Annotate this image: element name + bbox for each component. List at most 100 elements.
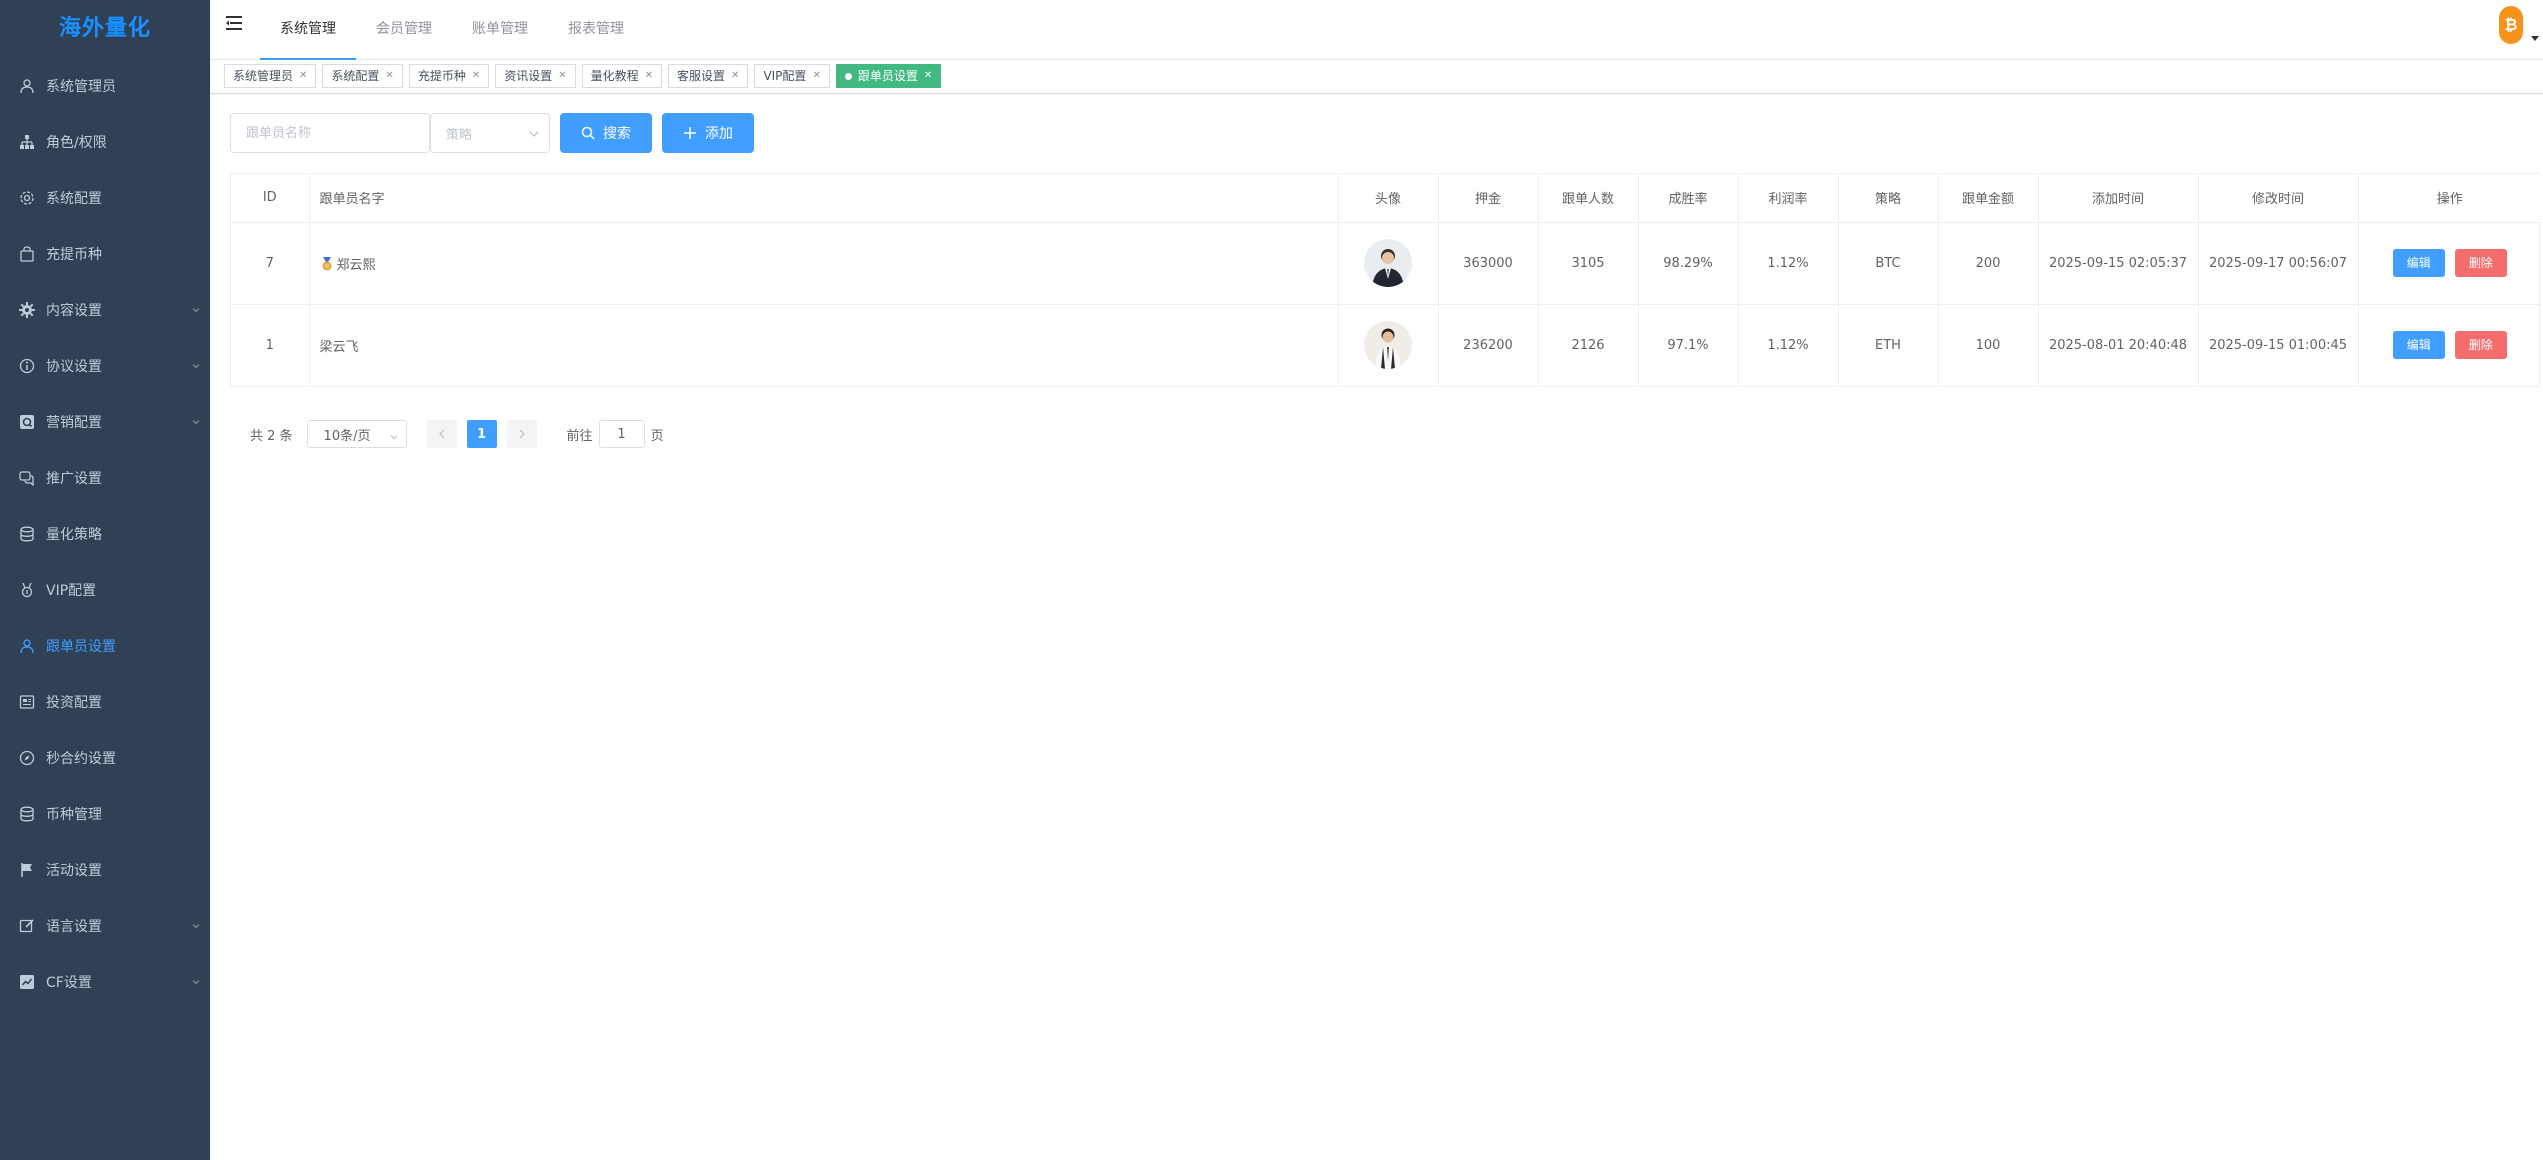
- next-page-button[interactable]: [506, 420, 537, 448]
- database-icon: [18, 525, 36, 543]
- close-icon[interactable]: ✕: [924, 65, 932, 87]
- sidebar-item-label: 跟单员设置: [46, 639, 116, 655]
- sidebar-item-15[interactable]: 语言设置: [0, 898, 210, 954]
- sidebar-item-7[interactable]: 推广设置: [0, 450, 210, 506]
- tag-label: 量化教程: [590, 69, 639, 83]
- sidebar-item-13[interactable]: 币种管理: [0, 786, 210, 842]
- filter-bar: 策略 搜索 添加: [230, 113, 754, 153]
- sidebar-item-label: 活动设置: [46, 863, 102, 879]
- tag-1[interactable]: 系统配置 ✕: [322, 64, 403, 88]
- chevron-left-icon: [438, 429, 445, 439]
- sidebar-item-label: CF设置: [46, 975, 92, 991]
- strategy-select[interactable]: 策略: [430, 113, 550, 153]
- chevron-down-icon: [190, 976, 202, 988]
- cell-created: 2025-09-15 02:05:37: [2038, 222, 2199, 305]
- user-icon: [18, 77, 36, 95]
- cell-deposit: 236200: [1438, 304, 1539, 386]
- followers-table: ID 跟单员名字 头像 押金 跟单人数 成胜率 利润率 策略 跟单金额 添加时间…: [230, 173, 2541, 387]
- col-name: 跟单员名字: [309, 174, 1339, 223]
- prev-page-button[interactable]: [426, 420, 457, 448]
- sidebar-item-10[interactable]: 跟单员设置: [0, 618, 210, 674]
- sidebar-item-label: 内容设置: [46, 303, 102, 319]
- close-icon[interactable]: ✕: [731, 65, 739, 87]
- col-id: ID: [231, 174, 310, 223]
- tag-7[interactable]: 跟单员设置 ✕: [835, 64, 942, 88]
- sidebar-item-label: 系统配置: [46, 191, 102, 207]
- flag-icon: [18, 861, 36, 879]
- topnav-system[interactable]: 系统管理: [260, 0, 356, 60]
- follower-avatar[interactable]: [1364, 321, 1412, 370]
- tags-view: 系统管理员 ✕ 系统配置 ✕ 充提币种 ✕ 资讯设置 ✕ 量化教程 ✕ 客服设置 ✕ VIP配置 ✕ 跟单员…: [210, 60, 2543, 94]
- delete-button[interactable]: 删除: [2454, 331, 2507, 360]
- sidebar-item-4[interactable]: 内容设置: [0, 282, 210, 338]
- cell-followers: 3105: [1538, 222, 1639, 305]
- close-icon[interactable]: ✕: [472, 65, 480, 87]
- tag-icon: [18, 413, 36, 431]
- close-icon[interactable]: ✕: [385, 65, 393, 87]
- sidebar-item-14[interactable]: 活动设置: [0, 842, 210, 898]
- topnav-members[interactable]: 会员管理: [356, 0, 452, 60]
- main-content: 策略 搜索 添加 ID 跟单员名字 头像: [210, 95, 2543, 1160]
- col-win-rate: 成胜率: [1638, 174, 1739, 223]
- tag-3[interactable]: 资讯设置 ✕: [495, 64, 576, 88]
- brand-logo: 海外量化: [58, 16, 151, 41]
- tag-label: VIP配置: [763, 69, 807, 83]
- topnav-bills[interactable]: 账单管理: [452, 0, 548, 60]
- follower-avatar[interactable]: [1364, 239, 1412, 287]
- delete-button[interactable]: 删除: [2454, 249, 2507, 277]
- edit-button[interactable]: 编辑: [2392, 331, 2445, 360]
- add-button[interactable]: 添加: [662, 113, 754, 153]
- sidebar-item-2[interactable]: 系统配置: [0, 170, 210, 226]
- col-avatar: 头像: [1338, 174, 1439, 223]
- tag-6[interactable]: VIP配置 ✕: [754, 64, 830, 88]
- cell-actions: 编辑 删除: [2358, 304, 2541, 386]
- sidebar-item-0[interactable]: 系统管理员: [0, 58, 210, 114]
- close-icon[interactable]: ✕: [645, 65, 653, 87]
- sidebar-item-8[interactable]: 量化策略: [0, 506, 210, 562]
- tag-2[interactable]: 充提币种 ✕: [408, 64, 490, 88]
- sidebar-item-label: 秒合约设置: [46, 751, 116, 767]
- close-icon[interactable]: ✕: [299, 65, 307, 87]
- sidebar-item-11[interactable]: 投资配置: [0, 674, 210, 730]
- tag-4[interactable]: 量化教程 ✕: [581, 64, 663, 88]
- chevron-down-icon: [190, 920, 202, 932]
- sidebar-item-5[interactable]: 协议设置: [0, 338, 210, 394]
- page-size-select[interactable]: 10条/页: [306, 420, 407, 448]
- bag-icon: [18, 245, 36, 263]
- page-number-button[interactable]: 1: [466, 420, 497, 448]
- close-icon[interactable]: ✕: [812, 65, 820, 87]
- bitcoin-avatar-icon[interactable]: ₿: [2499, 6, 2523, 44]
- close-icon[interactable]: ✕: [558, 65, 566, 87]
- edit-button[interactable]: 编辑: [2392, 249, 2445, 277]
- sidebar-item-3[interactable]: 充提币种: [0, 226, 210, 282]
- pagination: 共 2 条 10条/页 1 前往 页: [250, 420, 664, 448]
- sidebar-item-16[interactable]: CF设置: [0, 954, 210, 1010]
- sidebar-item-6[interactable]: 营销配置: [0, 394, 210, 450]
- chevron-right-icon: [519, 429, 525, 439]
- chat-icon: [18, 469, 36, 487]
- hamburger-icon[interactable]: [226, 14, 246, 32]
- cell-amount: 100: [1938, 304, 2039, 386]
- sidebar-item-9[interactable]: VIP配置: [0, 562, 210, 618]
- chevron-down-icon: [529, 128, 539, 138]
- topnav-reports[interactable]: 报表管理: [548, 0, 644, 60]
- gear-icon: [18, 189, 36, 207]
- tag-0[interactable]: 系统管理员 ✕: [224, 64, 317, 88]
- col-followers: 跟单人数: [1538, 174, 1639, 223]
- tree-icon: [18, 133, 36, 151]
- cell-win-rate: 98.29%: [1638, 222, 1739, 305]
- sidebar-item-1[interactable]: 角色/权限: [0, 114, 210, 170]
- goto-label: 前往: [566, 428, 593, 444]
- medal-icon: [18, 581, 36, 599]
- cell-actions: 编辑 删除: [2358, 222, 2541, 305]
- sidebar-item-12[interactable]: 秒合约设置: [0, 730, 210, 786]
- sidebar-menu: 系统管理员 角色/权限系统配置充提币种内容设置协议设置 营销配置 推广设置 量化策略 VI…: [0, 58, 210, 1010]
- goto-page-input[interactable]: [598, 420, 645, 448]
- follower-name-input[interactable]: [230, 113, 430, 153]
- table-row: 7 郑云熙 363000 3105 98.29% 1.12% BTC 200 2…: [231, 222, 2541, 305]
- medal-icon: [320, 256, 334, 271]
- caret-down-icon[interactable]: [2531, 30, 2539, 41]
- cell-followers: 2126: [1538, 304, 1639, 386]
- tag-5[interactable]: 客服设置 ✕: [668, 64, 749, 88]
- search-button[interactable]: 搜索: [560, 113, 652, 153]
